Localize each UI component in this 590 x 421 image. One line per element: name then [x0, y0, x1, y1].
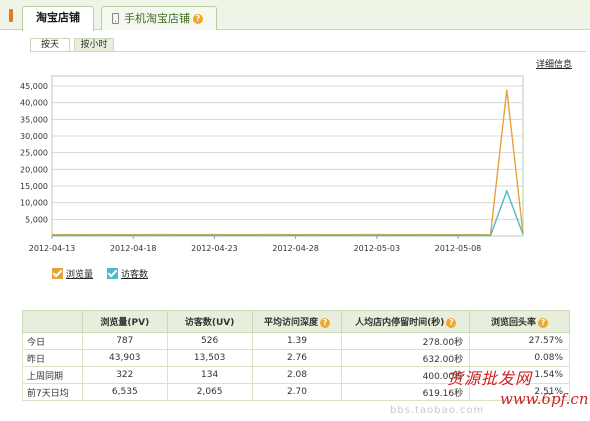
pv-series-line — [51, 89, 524, 236]
cell-pv: 322 — [81, 366, 168, 384]
y-tick-label: 10,000 — [20, 199, 48, 208]
cell-uv: 134 — [166, 366, 253, 384]
subtab-divider — [30, 51, 586, 52]
table-row: 今日 787 526 1.39 278.00秒 27.57% — [22, 332, 570, 350]
help-icon[interactable]: ? — [193, 13, 203, 24]
cell-return-rate: 0.08% — [469, 349, 570, 367]
y-tick-label: 30,000 — [20, 132, 48, 141]
y-tick-label: 5,000 — [25, 215, 48, 224]
uv-series-line — [52, 188, 524, 237]
cell-pv: 6,535 — [81, 383, 168, 401]
y-tick-label: 45,000 — [20, 82, 48, 91]
cell-depth: 1.39 — [251, 332, 343, 350]
y-tick-label: 25,000 — [20, 149, 48, 158]
tab-mobile-taobao-store-label: 手机淘宝店铺 — [124, 11, 190, 25]
cell-depth: 2.70 — [251, 383, 343, 401]
plot-frame — [51, 75, 524, 237]
legend-item-pv[interactable]: 浏览量 — [52, 267, 93, 280]
cell-pv: 43,903 — [81, 349, 168, 367]
pv-checkbox[interactable] — [52, 268, 63, 279]
cell-uv: 2,065 — [166, 383, 253, 401]
cell-uv: 526 — [166, 332, 253, 350]
x-tick-label: 2012-05-03 — [354, 244, 401, 253]
help-icon[interactable]: ? — [319, 317, 330, 328]
col-header-stay-time-label: 人均店内停留时间(秒) — [355, 318, 445, 328]
uv-checkbox[interactable] — [107, 268, 119, 279]
cell-depth: 2.08 — [251, 366, 343, 384]
col-header-depth: 平均访问深度? — [251, 310, 343, 333]
tab-taobao-store-label: 淘宝店铺 — [36, 11, 80, 24]
top-tab-bar: 淘宝店铺 手机淘宝店铺 ? — [0, 0, 590, 31]
col-header-return-rate: 浏览回头率? — [469, 310, 570, 333]
legend-pv-label: 浏览量 — [66, 270, 94, 280]
help-icon[interactable]: ? — [538, 317, 549, 328]
cell-stay-time: 278.00秒 — [341, 332, 471, 350]
col-header-blank — [22, 310, 83, 333]
col-header-return-rate-label: 浏览回头率 — [491, 318, 537, 328]
y-tick-label: 20,000 — [20, 165, 48, 174]
row-label: 昨日 — [22, 349, 83, 367]
y-tick-label: 15,000 — [20, 182, 48, 191]
watermark-bbs: bbs.taobao.com — [390, 405, 485, 416]
watermark-site-url: www.6pf.cn — [500, 390, 589, 408]
tab-taobao-store[interactable]: 淘宝店铺 — [22, 6, 94, 31]
cell-uv: 13,503 — [166, 349, 253, 367]
cell-pv: 787 — [81, 332, 168, 350]
table-row: 昨日 43,903 13,503 2.76 632.00秒 0.08% — [22, 349, 570, 367]
section-marker — [9, 9, 13, 22]
x-tick-label: 2012-04-18 — [110, 244, 157, 253]
row-label: 今日 — [22, 332, 83, 350]
row-label: 前7天日均 — [22, 383, 83, 401]
x-tick-label: 2012-05-08 — [435, 244, 482, 253]
y-tick-label: 40,000 — [20, 99, 48, 108]
x-tick-label: 2012-04-28 — [272, 244, 319, 253]
col-header-depth-label: 平均访问深度 — [263, 318, 318, 328]
help-icon[interactable]: ? — [446, 317, 457, 328]
legend-uv-label: 访客数 — [121, 270, 149, 280]
tab-mobile-taobao-store[interactable]: 手机淘宝店铺 ? — [101, 6, 217, 30]
phone-icon — [112, 13, 119, 24]
cell-stay-time: 632.00秒 — [341, 349, 471, 367]
x-tick-label: 2012-04-13 — [29, 244, 76, 253]
x-tick-label: 2012-04-23 — [191, 244, 238, 253]
cell-return-rate: 27.57% — [469, 332, 570, 350]
tab-by-day[interactable]: 按天 — [30, 38, 70, 52]
tab-by-hour[interactable]: 按小时 — [74, 38, 114, 52]
chart-legend: 浏览量 访客数 — [52, 267, 162, 280]
cell-depth: 2.76 — [251, 349, 343, 367]
row-label: 上周同期 — [22, 366, 83, 384]
legend-item-uv[interactable]: 访客数 — [107, 267, 148, 280]
col-header-uv: 访客数(UV) — [166, 310, 253, 333]
col-header-stay-time: 人均店内停留时间(秒)? — [341, 310, 471, 333]
traffic-line-chart: 45,000 40,000 35,000 30,000 25,000 20,000 15,0… — [20, 75, 524, 253]
table-header-row: 浏览量(PV) 访客数(UV) 平均访问深度? 人均店内停留时间(秒)? 浏览回… — [22, 310, 570, 333]
col-header-pv: 浏览量(PV) — [81, 310, 168, 333]
y-tick-label: 35,000 — [20, 115, 48, 124]
watermark-site-name: 货源批发网 — [447, 369, 533, 388]
